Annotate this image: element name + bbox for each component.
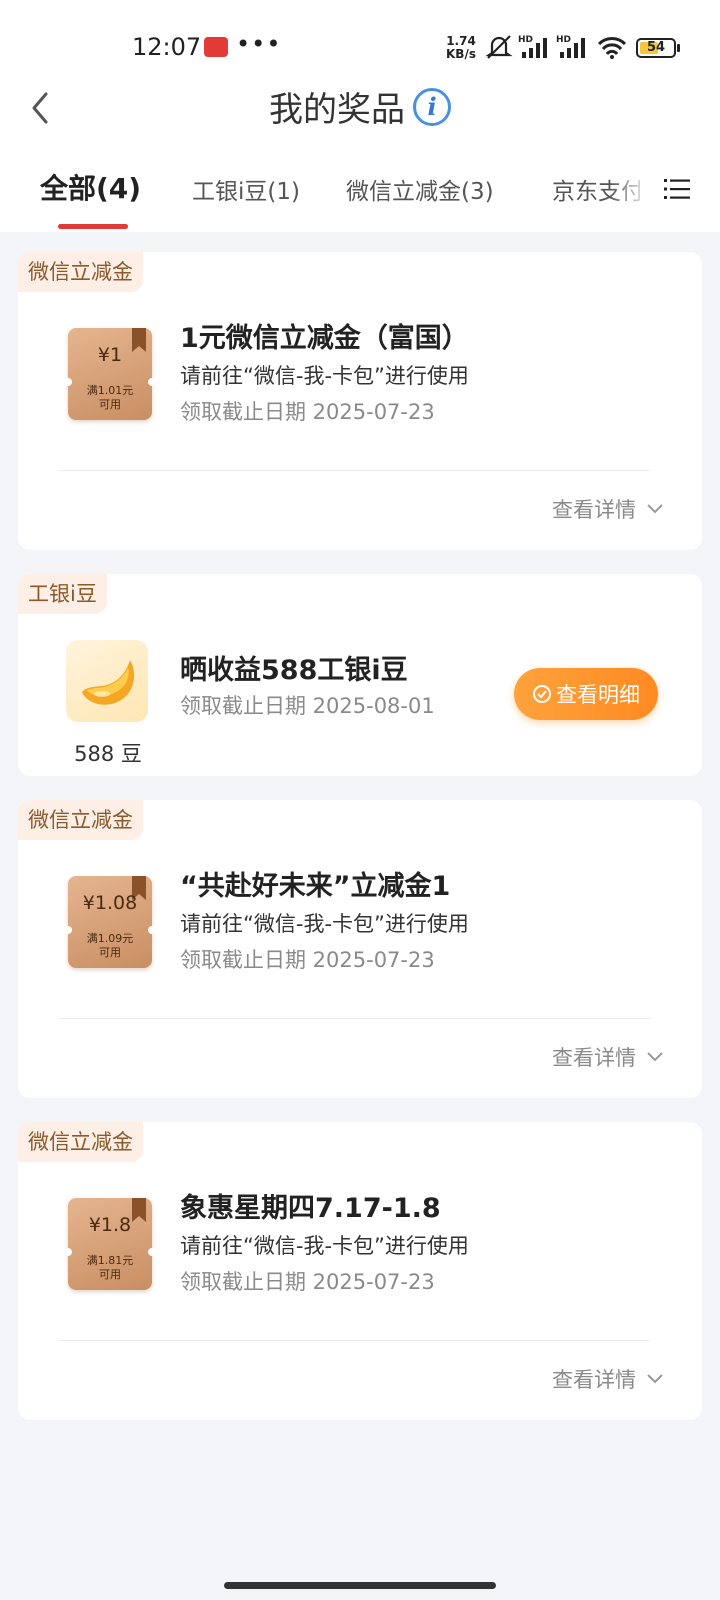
coupon-condition-usable: 可用 <box>99 1268 121 1281</box>
view-details-button[interactable]: 查看详情 <box>552 1042 664 1072</box>
prize-card: 微信立减金 ¥1 满1.01元 可用 1元微信立减金（富国） 请前往“微信-我-… <box>18 252 702 550</box>
chevron-down-icon <box>647 1052 663 1062</box>
bean-amount: 588 豆 <box>74 742 142 766</box>
prize-deadline: 领取截止日期 2025-08-01 <box>180 694 435 718</box>
battery-level: 54 <box>646 40 666 55</box>
check-circle-icon <box>533 685 551 703</box>
tab-icbc-beans[interactable]: 工银i豆(1) <box>192 172 300 206</box>
cell-signal-icon: HD <box>556 35 585 58</box>
prize-usage-hint: 请前往“微信-我-卡包”进行使用 <box>180 1234 469 1258</box>
chevron-down-icon <box>647 1374 663 1384</box>
coupon-icon: ¥1.08 满1.09元 可用 <box>64 876 156 968</box>
coupon-condition-usable: 可用 <box>99 398 121 411</box>
view-details-label: 查看详情 <box>552 1368 636 1392</box>
prize-card: 微信立减金 ¥1.08 满1.09元 可用 “共赴好未来”立减金1 请前往“微信… <box>18 800 702 1098</box>
tab-all[interactable]: 全部(4) <box>40 167 141 207</box>
page-title: 我的奖品 <box>269 90 405 130</box>
view-details-label: 查看详情 <box>552 1046 636 1070</box>
prize-title: 1元微信立减金（富国） <box>180 323 469 354</box>
chevron-down-icon <box>647 504 663 514</box>
prize-card: 微信立减金 ¥1.8 满1.81元 可用 象惠星期四7.17-1.8 请前往“微… <box>18 1122 702 1420</box>
status-bar: 12:07 ••• 1.74 KB/s HD HD 54 <box>0 0 720 90</box>
battery-icon: 54 <box>636 38 680 58</box>
prize-title: “共赴好未来”立减金1 <box>180 871 451 902</box>
active-tab-indicator <box>58 224 128 229</box>
sig1-label: HD <box>518 35 533 45</box>
coupon-amount: ¥1 <box>97 344 123 366</box>
view-breakdown-label: 查看明细 <box>556 683 640 707</box>
tabs-fade <box>610 160 650 220</box>
prize-title: 晒收益588工银i豆 <box>180 655 408 686</box>
coupon-amount: ¥1.8 <box>88 1214 132 1236</box>
network-speed-unit: KB/s <box>446 47 476 61</box>
page-header: 我的奖品 i <box>0 82 720 131</box>
card-divider <box>58 470 650 471</box>
prize-deadline: 领取截止日期 2025-07-23 <box>180 948 435 972</box>
coupon-icon: ¥1.8 满1.81元 可用 <box>64 1198 156 1290</box>
category-tabs: 全部(4) 工银i豆(1) 微信立减金(3) 京东支付 <box>0 160 720 230</box>
bean-icon <box>66 640 148 722</box>
bell-mute-icon <box>485 35 513 59</box>
prize-deadline: 领取截止日期 2025-07-23 <box>180 1270 435 1294</box>
prize-usage-hint: 请前往“微信-我-卡包”进行使用 <box>180 912 469 936</box>
home-indicator[interactable] <box>224 1582 496 1589</box>
coupon-condition-amount: 满1.81元 <box>86 1254 134 1267</box>
view-details-button[interactable]: 查看详情 <box>552 1364 664 1394</box>
coupon-condition-usable: 可用 <box>99 946 121 959</box>
prize-card: 工银i豆 588 豆 晒收益588工银i豆 领取截止日期 2025-08-01 … <box>18 574 702 776</box>
coupon-icon: ¥1 满1.01元 可用 <box>64 328 156 420</box>
prize-type-tag: 微信立减金 <box>18 1122 143 1162</box>
coupon-condition-amount: 满1.09元 <box>86 932 134 945</box>
cell-signal-icon: HD <box>518 35 547 58</box>
status-time: 12:07 <box>132 33 202 61</box>
prize-type-tag: 微信立减金 <box>18 800 143 840</box>
prize-title: 象惠星期四7.17-1.8 <box>180 1193 441 1224</box>
prize-deadline: 领取截止日期 2025-07-23 <box>180 400 435 424</box>
wifi-icon <box>597 37 627 59</box>
prize-type-tag: 微信立减金 <box>18 252 143 292</box>
prize-usage-hint: 请前往“微信-我-卡包”进行使用 <box>180 364 469 388</box>
coupon-condition: 满1.81元 可用 <box>68 1254 152 1282</box>
card-divider <box>58 1018 650 1019</box>
view-breakdown-button[interactable]: 查看明细 <box>514 668 658 720</box>
info-icon[interactable]: i <box>413 87 451 126</box>
coupon-condition-amount: 满1.01元 <box>86 384 134 397</box>
view-details-label: 查看详情 <box>552 498 636 522</box>
card-divider <box>58 1340 650 1341</box>
prize-type-tag: 工银i豆 <box>18 574 107 614</box>
more-notifications-icon: ••• <box>236 30 282 58</box>
app-notification-icon <box>204 37 228 57</box>
list-menu-icon[interactable] <box>664 176 690 202</box>
tab-wechat-coupon[interactable]: 微信立减金(3) <box>346 172 494 206</box>
coupon-amount: ¥1.08 <box>82 892 138 914</box>
sig2-label: HD <box>556 35 571 45</box>
network-speed: 1.74 KB/s <box>443 35 479 61</box>
coupon-condition: 满1.01元 可用 <box>68 384 152 412</box>
view-details-button[interactable]: 查看详情 <box>552 494 664 524</box>
coupon-condition: 满1.09元 可用 <box>68 932 152 960</box>
